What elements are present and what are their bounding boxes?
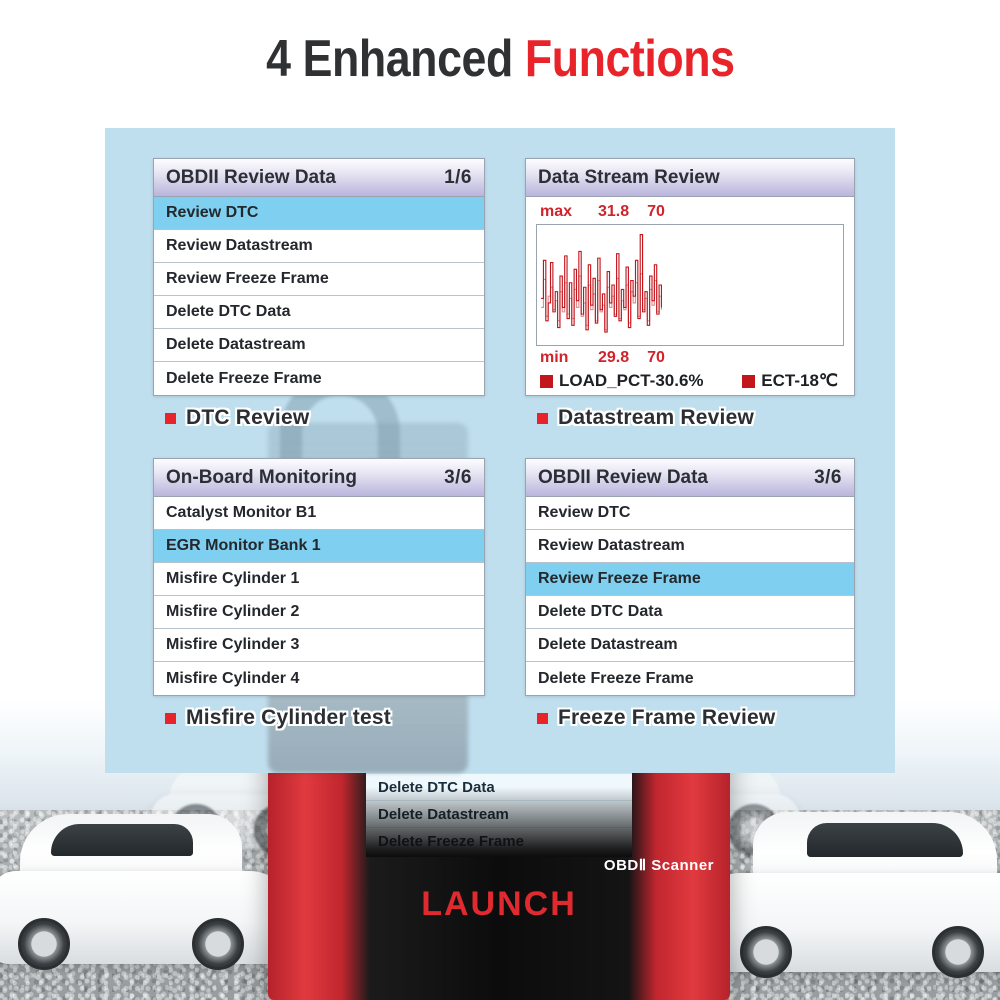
- panel-data-stream-review: Data Stream Review max 31.8 70 min 29.8 …: [525, 158, 855, 396]
- panel-on-board-monitoring: On-Board Monitoring 3/6 Catalyst Monitor…: [153, 458, 485, 696]
- legend-label: ECT-18℃: [761, 371, 838, 390]
- page-header: 4 Enhanced Functions: [0, 0, 1000, 118]
- legend-swatch-icon: [742, 374, 756, 388]
- max-label: max: [540, 203, 573, 220]
- page-title: 4 Enhanced Functions: [265, 29, 735, 89]
- panel-title: Data Stream Review: [538, 166, 720, 188]
- panel-title: OBDII Review Data: [538, 466, 708, 488]
- list-item[interactable]: Catalyst Monitor B1: [154, 497, 484, 530]
- caption-label: Misfire Cylinder test: [186, 706, 391, 729]
- page-title-part-one: 4 Enhanced: [265, 30, 525, 88]
- square-bullet-icon: [165, 412, 176, 424]
- waveform-plot: [536, 224, 844, 346]
- list-item[interactable]: Misfire Cylinder 1: [154, 563, 484, 596]
- caption-datastream-review: Datastream Review: [537, 406, 754, 430]
- max-value-primary: 31.8: [598, 203, 630, 220]
- list-item[interactable]: Review DTC: [154, 197, 484, 230]
- panel-header: On-Board Monitoring 3/6: [154, 459, 484, 497]
- panel-page-indicator: 3/6: [444, 466, 472, 488]
- square-bullet-icon: [537, 412, 548, 424]
- panel-header: OBDII Review Data 1/6: [154, 159, 484, 197]
- panel-obdii-review-data-1: OBDII Review Data 1/6 Review DTC Review …: [153, 158, 485, 396]
- white-car-left: [0, 814, 290, 970]
- list-item[interactable]: Misfire Cylinder 2: [154, 596, 484, 629]
- legend-swatch-icon: [540, 374, 553, 388]
- list-item[interactable]: Delete DTC Data: [154, 296, 484, 329]
- min-value-secondary: 70: [647, 349, 665, 366]
- panel-page-indicator: 3/6: [814, 466, 842, 488]
- min-value-primary: 29.8: [598, 349, 630, 366]
- min-readout-row: min 29.8 70: [536, 349, 844, 367]
- scanner-brand-logo: LAUNCH: [421, 885, 577, 923]
- white-car-right: [700, 812, 1000, 978]
- list-item[interactable]: Misfire Cylinder 3: [154, 629, 484, 662]
- min-label: min: [540, 349, 569, 366]
- list-item[interactable]: Delete Datastream: [526, 629, 854, 662]
- panels-board: OBDII Review Data 1/6 Review DTC Review …: [105, 128, 895, 773]
- page-title-part-two: Functions: [524, 30, 735, 88]
- list-item[interactable]: Review Datastream: [526, 530, 854, 563]
- list-item[interactable]: EGR Monitor Bank 1: [154, 530, 484, 563]
- max-value-secondary: 70: [647, 203, 665, 220]
- panel-header: Data Stream Review: [526, 159, 854, 197]
- panel-title: OBDII Review Data: [166, 166, 336, 188]
- caption-label: Datastream Review: [558, 406, 754, 429]
- legend-label: LOAD_PCT-30.6%: [559, 371, 704, 390]
- panel-obdii-review-data-2: OBDII Review Data 3/6 Review DTC Review …: [525, 458, 855, 696]
- caption-dtc-review: DTC Review: [165, 406, 309, 430]
- list-item[interactable]: Delete Datastream: [154, 329, 484, 362]
- caption-misfire-cylinder-test: Misfire Cylinder test: [165, 706, 391, 730]
- scanner-model-label: OBDⅡ Scanner: [603, 857, 714, 874]
- screen-fade-overlay: [366, 787, 632, 857]
- legend-entry-ect: ECT-18℃: [742, 371, 838, 391]
- caption-freeze-frame-review: Freeze Frame Review: [537, 706, 775, 730]
- caption-label: DTC Review: [186, 406, 310, 429]
- square-bullet-icon: [165, 712, 176, 724]
- list-item[interactable]: Review DTC: [526, 497, 854, 530]
- list-item[interactable]: Delete DTC Data: [526, 596, 854, 629]
- list-item[interactable]: Misfire Cylinder 4: [154, 662, 484, 695]
- square-bullet-icon: [537, 712, 548, 724]
- graph-body: max 31.8 70 min 29.8 70 LOAD_PCT-30.6% E…: [526, 197, 854, 395]
- list-item[interactable]: Delete Freeze Frame: [154, 362, 484, 395]
- list-item[interactable]: Delete Freeze Frame: [526, 662, 854, 695]
- max-readout-row: max 31.8 70: [536, 203, 844, 221]
- graph-legend: LOAD_PCT-30.6% ECT-18℃: [536, 367, 844, 391]
- panel-page-indicator: 1/6: [444, 166, 472, 188]
- panel-header: OBDII Review Data 3/6: [526, 459, 854, 497]
- waveform-svg: [541, 234, 663, 333]
- list-item[interactable]: Review Datastream: [154, 230, 484, 263]
- panel-title: On-Board Monitoring: [166, 466, 358, 488]
- caption-label: Freeze Frame Review: [558, 706, 776, 729]
- list-item[interactable]: Review Freeze Frame: [154, 263, 484, 296]
- legend-entry-load-pct: LOAD_PCT-30.6%: [540, 371, 704, 391]
- list-item[interactable]: Review Freeze Frame: [526, 563, 854, 596]
